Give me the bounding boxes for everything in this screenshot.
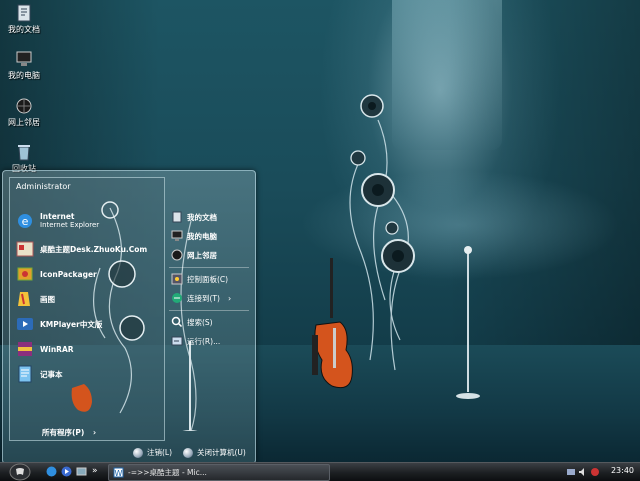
my-computer-icon	[16, 51, 32, 66]
shutdown-button[interactable]: 关闭计算机(U)	[183, 447, 246, 458]
start-menu: Administrator e Internet Internet Explore…	[2, 170, 256, 462]
start-menu-programs-pane: Administrator e Internet Internet Explore…	[9, 177, 165, 441]
recycle-bin-icon	[18, 145, 30, 161]
program-item-iconpackager[interactable]: IconPackager	[16, 263, 97, 285]
menu-separator	[169, 310, 249, 311]
place-item-network-places[interactable]: 网上邻居	[171, 247, 217, 263]
program-item-winrar[interactable]: WinRAR	[16, 338, 74, 360]
search-icon	[171, 316, 183, 328]
svg-text:W: W	[115, 469, 123, 478]
desktop-icon-my-computer[interactable]: 我的电脑	[0, 50, 48, 81]
quick-launch-desktop-icon[interactable]	[76, 466, 87, 477]
my-documents-icon	[17, 4, 31, 22]
power-icon	[183, 447, 193, 458]
setting-item-control-panel[interactable]: 控制面板(C)	[171, 271, 228, 287]
tray-network-icon[interactable]	[566, 467, 576, 477]
my-documents-icon	[172, 211, 182, 223]
program-item-internet[interactable]: e Internet Internet Explorer	[16, 210, 99, 232]
word-document-icon: W	[113, 467, 124, 478]
internet-explorer-icon: e	[18, 214, 32, 228]
my-computer-icon	[171, 230, 183, 241]
system-tray: 23:40	[560, 463, 640, 481]
setting-item-connect-to[interactable]: 连接到(T) ›	[171, 290, 231, 306]
notepad-icon	[18, 365, 32, 383]
taskbar: » W -=>>桌酷主题 - Mic... 23:40	[0, 462, 640, 481]
user-name: Administrator	[16, 182, 71, 191]
logoff-button[interactable]: 注销(L)	[133, 447, 172, 458]
speaker-icon	[350, 94, 415, 273]
network-places-icon	[171, 249, 183, 261]
desktop: 我的文档 我的电脑 网上邻居 回收站 Administrator e Inter…	[0, 0, 640, 462]
control-panel-icon	[171, 273, 183, 285]
iconpackager-icon	[17, 267, 33, 281]
desktop-theme-icon	[16, 241, 34, 257]
arrow-right-icon: ›	[92, 428, 97, 437]
desktop-icon-network-places[interactable]: 网上邻居	[0, 97, 48, 128]
quick-launch-media-icon[interactable]	[61, 466, 72, 477]
tray-volume-icon[interactable]	[578, 467, 588, 477]
menu-separator	[169, 267, 249, 268]
winrar-icon	[18, 342, 32, 356]
program-item-notepad[interactable]: 记事本	[16, 363, 63, 385]
guitar-icon	[312, 258, 353, 389]
tool-item-search[interactable]: 搜索(S)	[171, 314, 213, 330]
network-places-icon	[16, 98, 32, 114]
svg-text:e: e	[22, 215, 29, 228]
start-button[interactable]	[6, 463, 34, 481]
program-item-desktop-theme[interactable]: 桌酷主题Desk.ZhuoKu.Com	[16, 238, 147, 260]
all-programs-button[interactable]: 所有程序(P) ›	[42, 427, 96, 438]
arrow-right-icon: ›	[227, 293, 232, 303]
quick-launch-ie-icon[interactable]	[46, 466, 57, 477]
quick-launch-chevron-icon[interactable]: »	[92, 466, 98, 476]
desktop-icon-my-documents[interactable]: 我的文档	[0, 4, 48, 35]
program-item-kmplayer[interactable]: KMPlayer中文版	[16, 313, 102, 335]
tool-item-run[interactable]: 运行(R)...	[171, 333, 220, 349]
paint-icon	[18, 292, 30, 306]
microphone-stand-icon	[456, 246, 480, 399]
clock[interactable]: 23:40	[611, 466, 634, 475]
wallpaper-speakers	[312, 94, 480, 399]
connect-to-icon	[172, 293, 182, 303]
logoff-icon	[133, 447, 143, 458]
place-item-my-computer[interactable]: 我的电脑	[171, 228, 217, 244]
kmplayer-icon	[17, 318, 33, 330]
run-icon	[171, 336, 183, 346]
windows-logo-icon	[16, 468, 24, 475]
tray-security-icon[interactable]	[590, 467, 600, 477]
taskbar-window-button[interactable]: W -=>>桌酷主题 - Mic...	[108, 464, 330, 481]
program-item-paint[interactable]: 画图	[16, 288, 55, 310]
place-item-my-documents[interactable]: 我的文档	[171, 209, 217, 225]
